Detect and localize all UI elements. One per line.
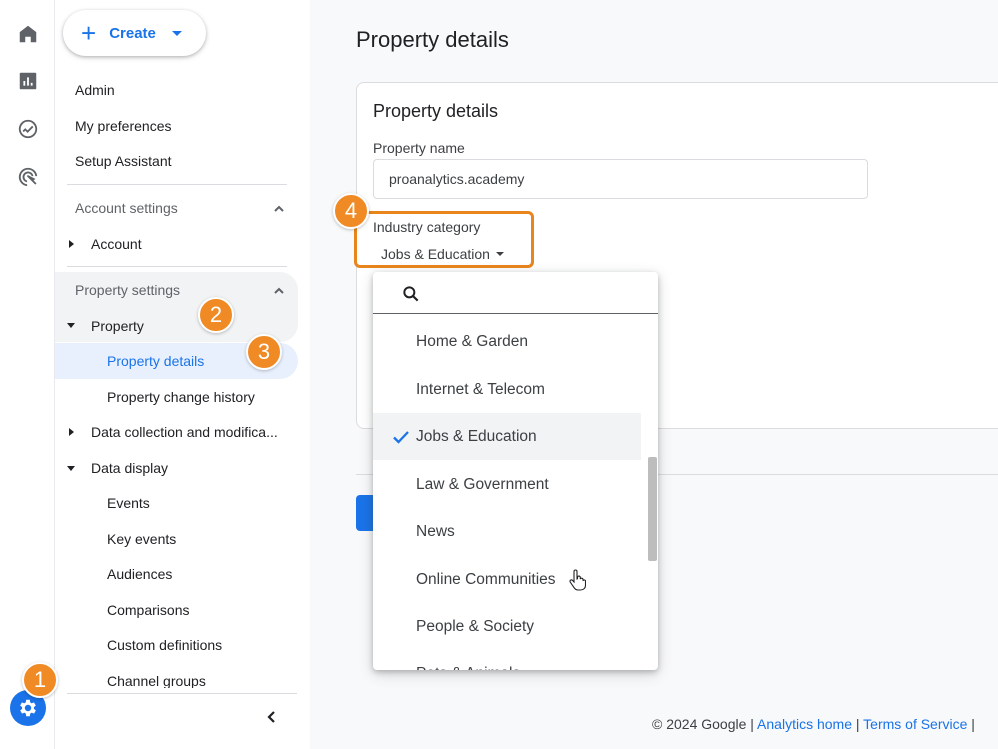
reports-icon[interactable] xyxy=(16,69,40,93)
search-icon xyxy=(403,286,419,302)
nav-divider xyxy=(67,184,287,185)
analytics-home-link[interactable]: Analytics home xyxy=(757,716,852,732)
expand-right-icon[interactable] xyxy=(69,428,74,436)
dropdown-option[interactable]: News xyxy=(373,508,641,555)
nav-audiences[interactable]: Audiences xyxy=(107,566,172,582)
dropdown-option-label: Jobs & Education xyxy=(416,427,537,445)
dropdown-option[interactable]: Home & Garden xyxy=(373,318,641,365)
step-badge-3: 3 xyxy=(246,334,282,370)
nav-channel-groups[interactable]: Channel groups xyxy=(107,673,206,688)
chevron-up-icon[interactable] xyxy=(273,284,284,294)
nav-property[interactable]: Property xyxy=(91,318,144,334)
step-badge-1: 1 xyxy=(22,662,58,698)
page-title: Property details xyxy=(356,27,509,52)
dropdown-option[interactable]: Pets & Animals xyxy=(373,650,641,671)
footer-separator: | xyxy=(855,716,860,732)
dropdown-option-selected[interactable]: Jobs & Education xyxy=(373,413,641,591)
admin-sidenav: + Create Admin My preferences Setup Assi… xyxy=(55,0,310,749)
step-badge-4: 4 xyxy=(333,193,369,229)
collapse-nav-button[interactable] xyxy=(265,710,281,726)
page-footer: © 2024 Google | Analytics home | Terms o… xyxy=(652,716,975,732)
dropdown-option[interactable]: People & Society xyxy=(373,603,641,650)
nav-events[interactable]: Events xyxy=(107,495,150,511)
property-name-input[interactable]: proanalytics.academy xyxy=(373,159,868,199)
section-account-settings[interactable]: Account settings xyxy=(75,200,178,216)
nav-divider xyxy=(67,266,287,267)
footer-separator: | xyxy=(971,716,975,732)
industry-highlight-box xyxy=(354,211,534,268)
chevron-left-icon xyxy=(267,711,275,723)
nav-my-preferences[interactable]: My preferences xyxy=(75,118,171,134)
dropdown-option[interactable]: Online Communities xyxy=(373,556,641,603)
copyright-text: © 2024 Google xyxy=(652,716,747,732)
plus-icon: + xyxy=(81,18,97,48)
expand-down-icon[interactable] xyxy=(67,323,75,328)
gear-icon xyxy=(20,699,36,717)
advertising-icon[interactable] xyxy=(16,165,40,189)
dropdown-search-input[interactable] xyxy=(373,272,658,314)
nav-custom-definitions[interactable]: Custom definitions xyxy=(107,637,222,653)
nav-data-display[interactable]: Data display xyxy=(91,460,168,476)
property-name-label: Property name xyxy=(373,140,465,156)
step-badge-2: 2 xyxy=(198,297,234,333)
checkmark-icon xyxy=(391,427,411,447)
nav-account[interactable]: Account xyxy=(91,236,142,252)
expand-down-icon[interactable] xyxy=(67,466,75,471)
card-title: Property details xyxy=(373,101,499,121)
caret-down-icon xyxy=(171,30,182,36)
dropdown-option[interactable]: Internet & Telecom xyxy=(373,366,641,413)
home-icon[interactable] xyxy=(16,22,40,46)
dropdown-scrollbar[interactable] xyxy=(648,457,657,561)
nav-comparisons[interactable]: Comparisons xyxy=(107,602,189,618)
nav-data-collection[interactable]: Data collection and modifica... xyxy=(91,424,278,440)
section-property-settings[interactable]: Property settings xyxy=(75,282,180,298)
expand-right-icon[interactable] xyxy=(69,240,74,248)
nav-admin[interactable]: Admin xyxy=(75,82,115,98)
footer-separator: | xyxy=(750,716,754,732)
dropdown-option[interactable]: Law & Government xyxy=(373,461,641,508)
create-button[interactable]: + Create xyxy=(63,10,206,56)
explore-icon[interactable] xyxy=(16,117,40,141)
nav-property-details[interactable]: Property details xyxy=(107,353,204,369)
industry-dropdown: Home & Garden Internet & Telecom Jobs & … xyxy=(373,272,658,670)
chevron-up-icon[interactable] xyxy=(273,202,284,212)
nav-setup-assistant[interactable]: Setup Assistant xyxy=(75,153,172,169)
create-label: Create xyxy=(109,24,156,42)
nav-property-change-history[interactable]: Property change history xyxy=(107,389,255,405)
nav-bottom-divider xyxy=(67,693,297,694)
left-rail xyxy=(0,0,55,749)
nav-key-events[interactable]: Key events xyxy=(107,531,176,547)
terms-link[interactable]: Terms of Service xyxy=(863,716,967,732)
